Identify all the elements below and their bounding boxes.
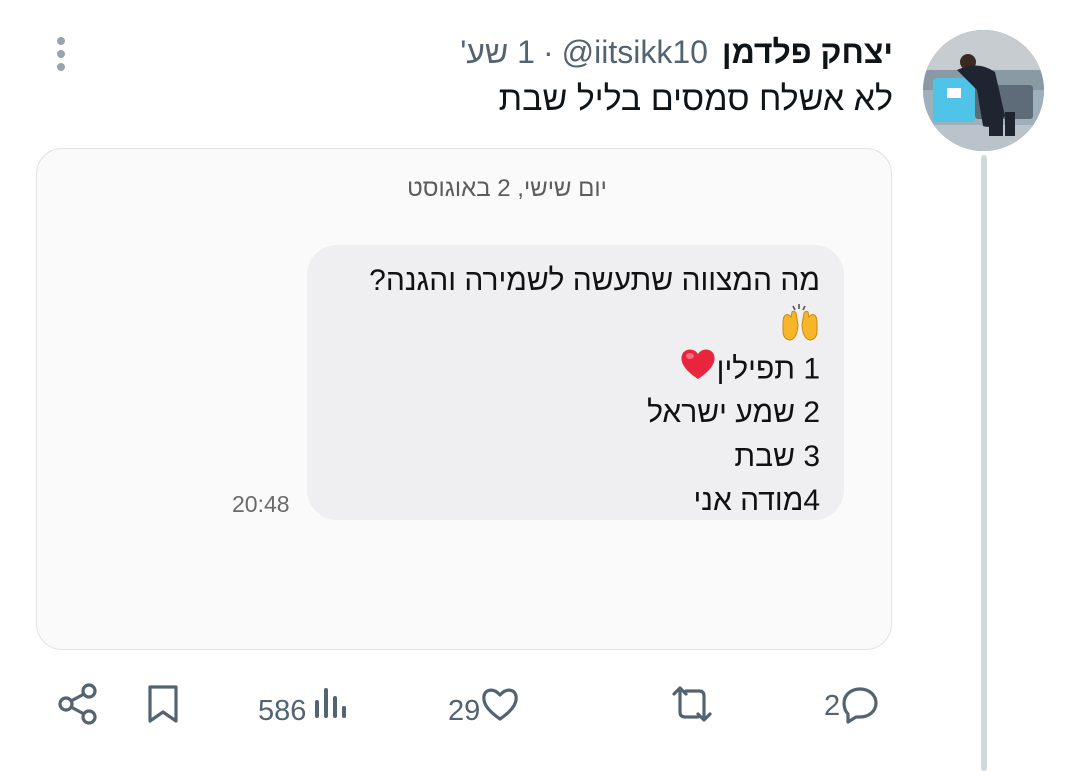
like-count: 29 [448,694,481,727]
chat-date-header: יום שישי, 2 באוגוסט [407,175,607,202]
message-line: 3 שבת [734,440,820,473]
bookmark-button[interactable] [144,684,182,728]
retweet-icon [666,684,718,729]
view-count: 586 [258,694,307,727]
thread-line [981,155,987,771]
more-vertical-icon[interactable] [54,36,68,76]
tweet-image[interactable]: יום שישי, 2 באוגוסט מה המצווה שתעשה לשמי… [36,148,892,650]
share-icon [56,682,100,730]
message-line: 1 תפילין [331,347,820,391]
like-button[interactable]: 29 [448,684,520,728]
views-icon [312,684,348,729]
tweet-text: לא אשלח סמסים בליל שבת [498,80,893,118]
author-handle[interactable]: @iitsikk10 [562,34,708,71]
retweet-button[interactable] [666,684,718,728]
separator-dot: · [542,33,554,70]
author-name[interactable]: יצחק פלדמן [722,34,893,71]
tweet-header: יצחק פלדמן @iitsikk10 · 1 שע' [460,30,893,74]
author-avatar[interactable] [923,30,1044,151]
red-heart-emoji [679,347,717,394]
reply-button[interactable]: 2 [824,684,880,728]
views-button[interactable]: 586 [258,684,348,728]
message-timestamp: 20:48 [232,491,290,517]
message-line: 2 שמע ישראל [647,396,820,429]
share-button[interactable] [56,682,100,730]
heart-icon [480,684,520,729]
message-line: מה המצווה שתעשה לשמירה והגנה? [369,264,820,297]
raised-hands-emoji [331,303,820,347]
bookmark-icon [144,683,182,730]
reply-count: 2 [824,689,841,722]
reply-icon [840,684,880,729]
tweet-time[interactable]: 1 שע' [460,34,535,71]
chat-message-bubble: מה המצווה שתעשה לשמירה והגנה? 1 תפילין 2… [307,245,844,520]
message-line: 4מודה אני [693,484,820,517]
